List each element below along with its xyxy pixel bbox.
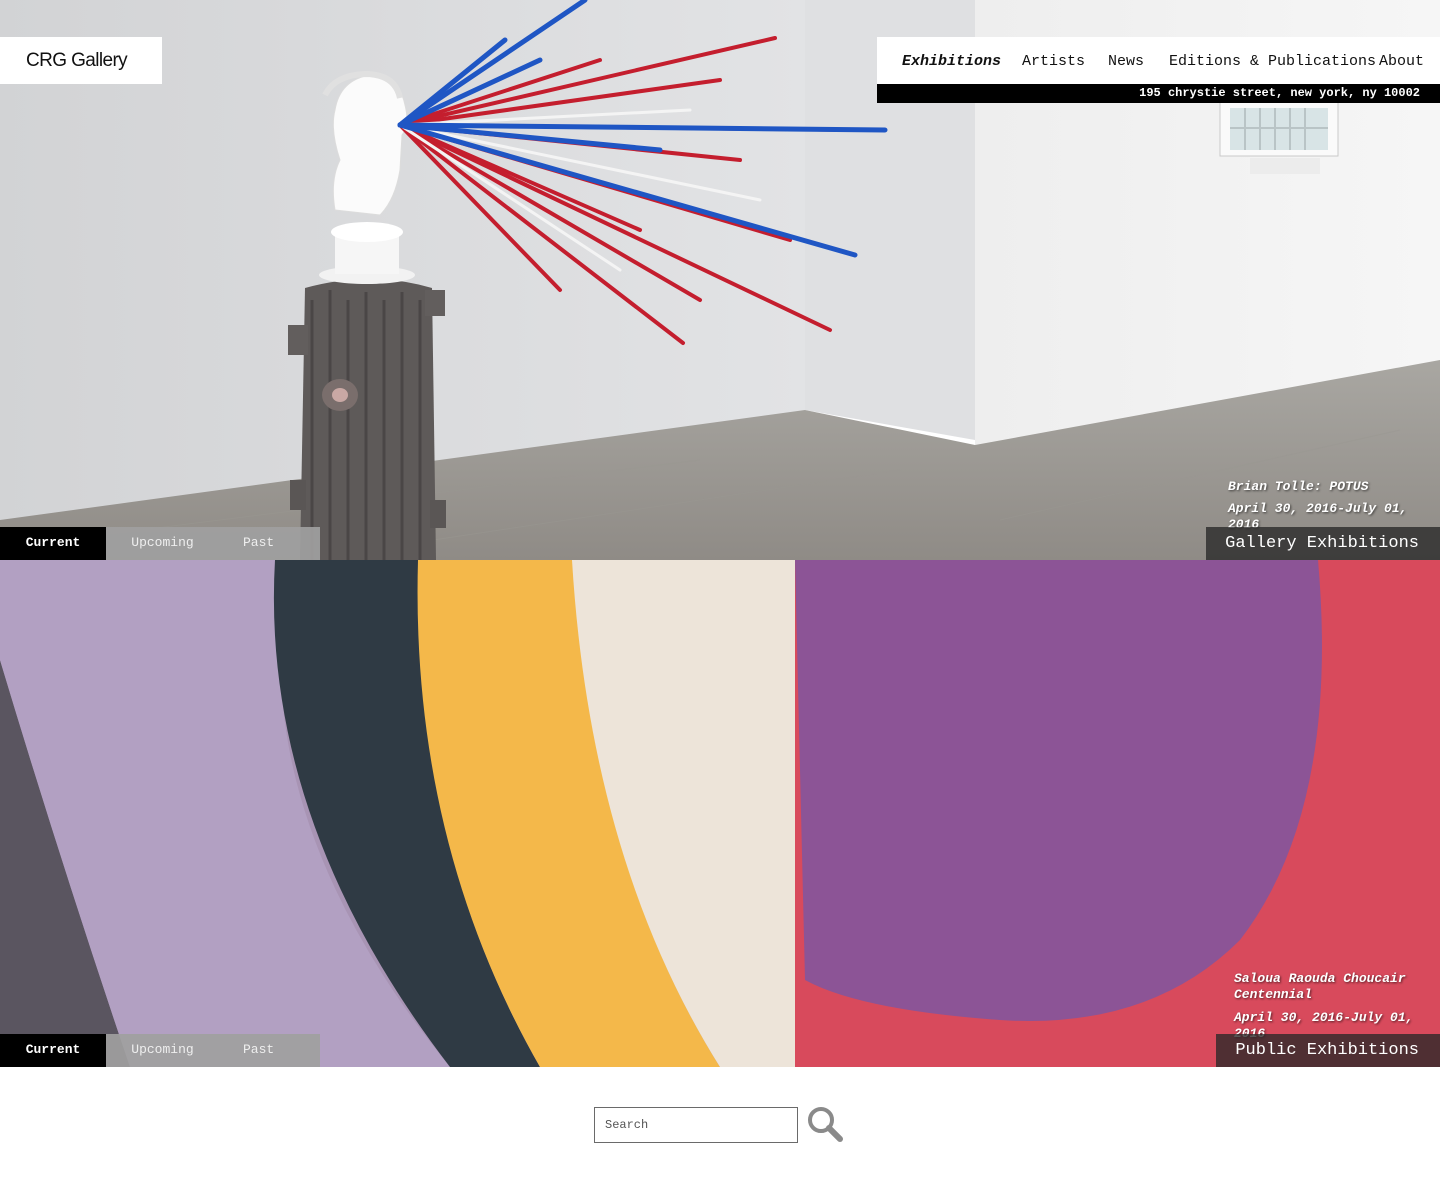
- gallery-tab-current[interactable]: Current: [0, 527, 106, 560]
- nav-news[interactable]: News: [1108, 37, 1144, 84]
- public-exhibition-title-line1[interactable]: Saloua Raouda Choucair: [1234, 971, 1406, 987]
- gallery-address: 195 chrystie street, new york, ny 10002: [877, 84, 1440, 103]
- main-nav: Exhibitions Artists News Editions & Publ…: [877, 37, 1440, 84]
- public-tab-upcoming[interactable]: Upcoming: [106, 1034, 219, 1067]
- crg-gallery-logo[interactable]: CRG Gallery: [0, 37, 162, 84]
- nav-editions-publications[interactable]: Editions & Publications: [1169, 37, 1376, 84]
- gallery-exhibition-title[interactable]: Brian Tolle: POTUS: [1228, 479, 1368, 495]
- public-artwork-image: [0, 560, 1440, 1067]
- nav-about[interactable]: About: [1379, 37, 1424, 84]
- public-tab-past[interactable]: Past: [219, 1034, 320, 1067]
- gallery-tab-past[interactable]: Past: [219, 527, 320, 560]
- public-exhibitions-panel[interactable]: Saloua Raouda Choucair Centennial April …: [0, 560, 1440, 1067]
- gallery-tab-upcoming[interactable]: Upcoming: [106, 527, 219, 560]
- public-tab-current[interactable]: Current: [0, 1034, 106, 1067]
- public-exhibition-title-line2[interactable]: Centennial: [1234, 987, 1312, 1003]
- gallery-exhibitions-label[interactable]: Gallery Exhibitions: [1206, 527, 1440, 560]
- nav-exhibitions[interactable]: Exhibitions: [902, 37, 1001, 84]
- gallery-tabs: Current Upcoming Past: [0, 527, 320, 560]
- nav-artists[interactable]: Artists: [1022, 37, 1085, 84]
- public-tabs: Current Upcoming Past: [0, 1034, 320, 1067]
- search-icon[interactable]: [806, 1105, 844, 1143]
- search-input[interactable]: [594, 1107, 798, 1143]
- public-exhibitions-label[interactable]: Public Exhibitions: [1216, 1034, 1440, 1067]
